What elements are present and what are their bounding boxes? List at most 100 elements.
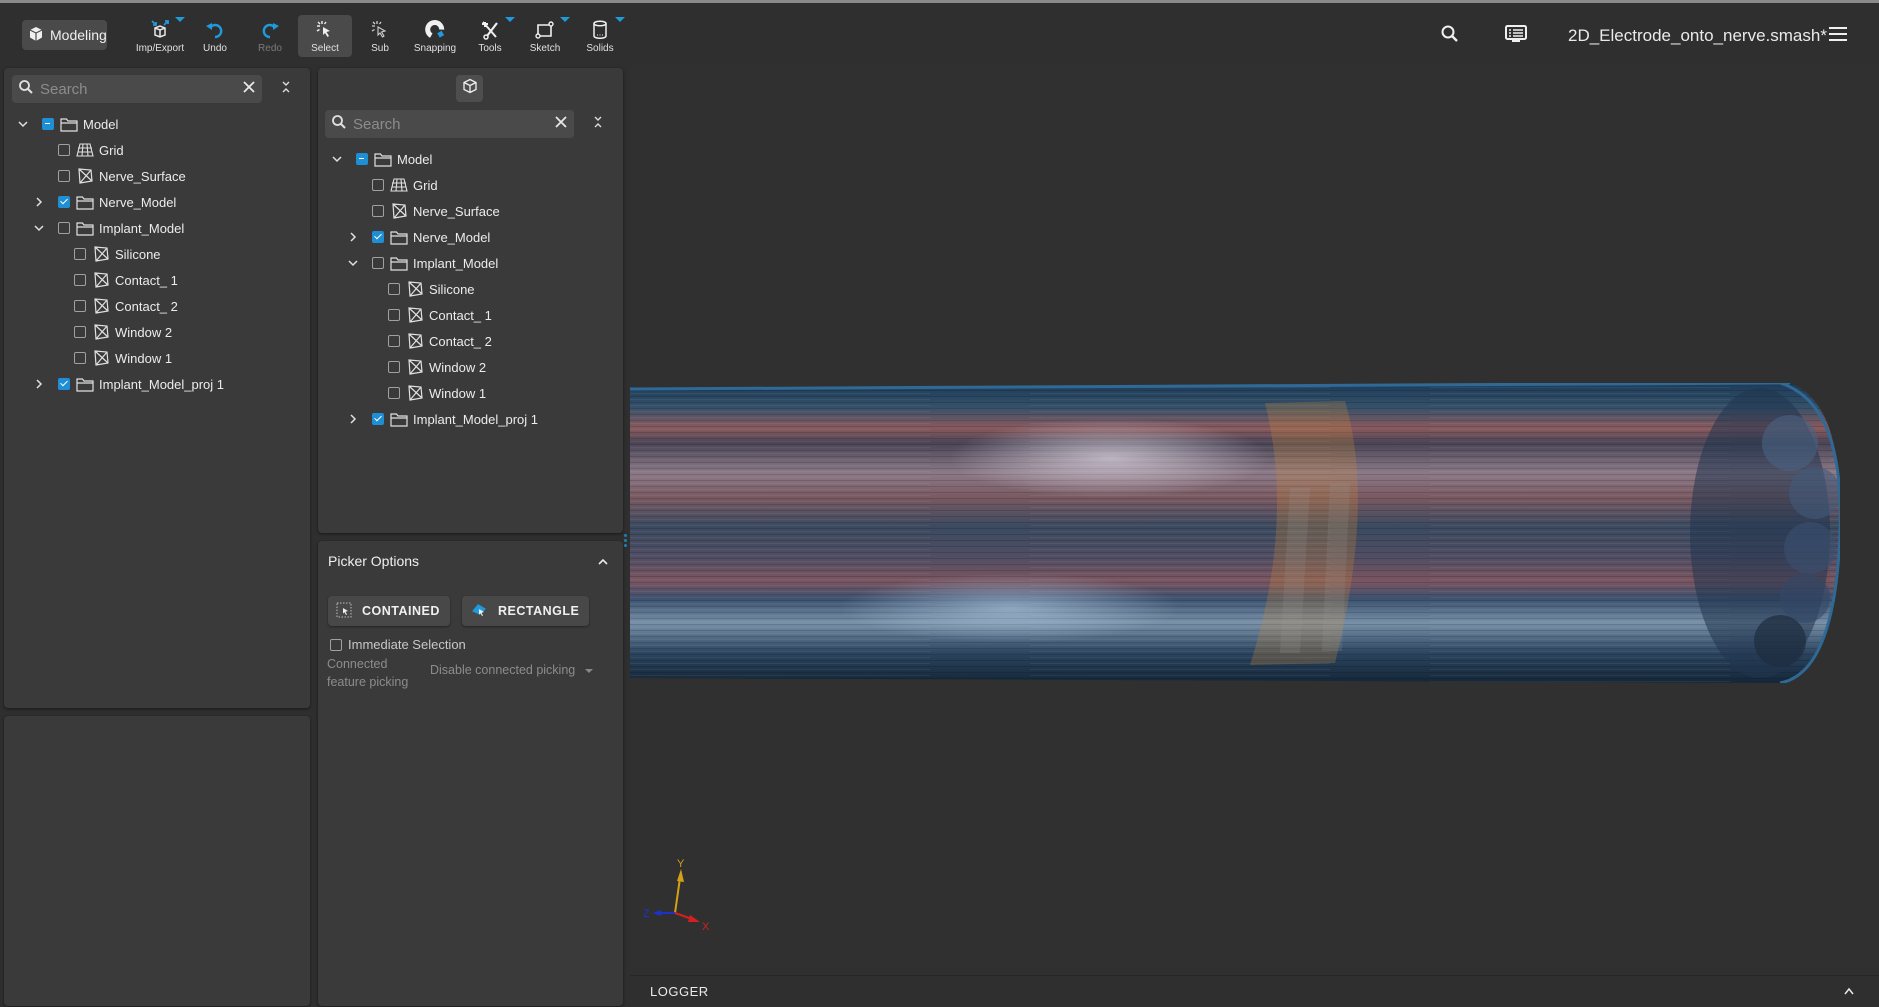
chevron-right-icon[interactable] <box>32 377 46 391</box>
select-button[interactable]: Select <box>298 15 352 57</box>
visibility-checkbox[interactable] <box>42 118 54 130</box>
tree-item-label[interactable]: Window 2 <box>115 325 172 340</box>
visibility-checkbox[interactable] <box>74 274 86 286</box>
visibility-checkbox[interactable] <box>58 196 70 208</box>
main-menu-button[interactable] <box>1828 6 1848 66</box>
picker-tree-search[interactable] <box>325 110 574 138</box>
tree-item-label[interactable]: Nerve_Surface <box>413 204 500 219</box>
connected-picking-select[interactable]: Disable connected picking <box>430 663 594 677</box>
chevron-down-icon[interactable] <box>32 221 46 235</box>
tree-item[interactable]: Nerve_Surface <box>318 198 623 224</box>
tree-item[interactable]: Nerve_Model <box>4 189 310 215</box>
visibility-checkbox[interactable] <box>58 144 70 156</box>
visibility-checkbox[interactable] <box>74 326 86 338</box>
visibility-checkbox[interactable] <box>388 309 400 321</box>
visibility-checkbox[interactable] <box>74 352 86 364</box>
tree-item[interactable]: Implant_Model_proj 1 <box>318 406 623 432</box>
visibility-checkbox[interactable] <box>388 283 400 295</box>
picker-entity-type-button[interactable] <box>456 75 483 102</box>
tree-item[interactable]: Implant_Model <box>4 215 310 241</box>
tree-item[interactable]: Window 2 <box>318 354 623 380</box>
visibility-checkbox[interactable] <box>388 387 400 399</box>
tree-item-label[interactable]: Implant_Model_proj 1 <box>413 412 538 427</box>
sub-select-button[interactable]: Sub <box>353 15 407 57</box>
visibility-checkbox[interactable] <box>58 170 70 182</box>
tree-item[interactable]: Silicone <box>318 276 623 302</box>
tree-item-label[interactable]: Window 1 <box>115 351 172 366</box>
tree-item-label[interactable]: Implant_Model_proj 1 <box>99 377 224 392</box>
chevron-down-icon[interactable] <box>346 256 360 270</box>
visibility-checkbox[interactable] <box>388 361 400 373</box>
immediate-selection-option[interactable]: Immediate Selection <box>330 637 466 652</box>
panel-resize-handle[interactable] <box>624 534 627 547</box>
visibility-checkbox[interactable] <box>372 257 384 269</box>
visibility-checkbox[interactable] <box>372 179 384 191</box>
chevron-down-icon[interactable] <box>330 152 344 166</box>
tree-item-label[interactable]: Silicone <box>115 247 161 262</box>
snapping-button[interactable]: Snapping <box>408 15 462 57</box>
tree-item[interactable]: Nerve_Model <box>318 224 623 250</box>
tree-item-label[interactable]: Grid <box>413 178 438 193</box>
tree-item[interactable]: Contact_ 2 <box>4 293 310 319</box>
tree-item-label[interactable]: Window 1 <box>429 386 486 401</box>
tree-item[interactable]: Window 1 <box>4 345 310 371</box>
tree-item[interactable]: Model <box>4 111 310 137</box>
chevron-right-icon[interactable] <box>346 230 360 244</box>
tree-item[interactable]: Window 2 <box>4 319 310 345</box>
clear-search-icon[interactable] <box>554 115 568 134</box>
collapse-all-button[interactable] <box>588 114 608 134</box>
tree-item[interactable]: Nerve_Surface <box>4 163 310 189</box>
tree-item-label[interactable]: Implant_Model <box>413 256 498 271</box>
tree-item[interactable]: Model <box>318 146 623 172</box>
tree-item[interactable]: Implant_Model_proj 1 <box>4 371 310 397</box>
3d-viewport[interactable]: Y Z X <box>630 63 1879 968</box>
visibility-checkbox[interactable] <box>58 222 70 234</box>
tree-item-label[interactable]: Contact_ 2 <box>429 334 492 349</box>
chevron-right-icon[interactable] <box>346 412 360 426</box>
console-toggle-button[interactable] <box>1504 6 1528 66</box>
tree-item[interactable]: Contact_ 1 <box>4 267 310 293</box>
chevron-up-icon[interactable] <box>1843 983 1855 1001</box>
visibility-checkbox[interactable] <box>372 231 384 243</box>
tree-item-label[interactable]: Window 2 <box>429 360 486 375</box>
immediate-selection-checkbox[interactable] <box>330 638 342 651</box>
tree-item-label[interactable]: Nerve_Model <box>99 195 176 210</box>
visibility-checkbox[interactable] <box>372 205 384 217</box>
tree-item-label[interactable]: Contact_ 1 <box>429 308 492 323</box>
tree-item-label[interactable]: Model <box>397 152 432 167</box>
model-tree-search[interactable] <box>12 75 262 103</box>
tree-item-label[interactable]: Implant_Model <box>99 221 184 236</box>
tree-item[interactable]: Contact_ 1 <box>318 302 623 328</box>
tree-item[interactable]: Contact_ 2 <box>318 328 623 354</box>
tree-item-label[interactable]: Nerve_Model <box>413 230 490 245</box>
tree-item[interactable]: Grid <box>318 172 623 198</box>
picker-tree-search-input[interactable] <box>347 115 554 133</box>
model-tree-search-input[interactable] <box>34 80 242 98</box>
global-search-button[interactable] <box>1440 6 1460 66</box>
tree-item[interactable]: Implant_Model <box>318 250 623 276</box>
tree-item-label[interactable]: Grid <box>99 143 124 158</box>
logger-bar[interactable]: LOGGER <box>630 975 1879 1007</box>
solids-button[interactable]: Solids <box>573 15 627 57</box>
tree-item-label[interactable]: Model <box>83 117 118 132</box>
contained-mode-button[interactable]: CONTAINED <box>328 596 450 626</box>
tree-item-label[interactable]: Contact_ 2 <box>115 299 178 314</box>
clear-search-icon[interactable] <box>242 80 256 99</box>
collapse-all-button[interactable] <box>276 79 296 99</box>
sketch-button[interactable]: Sketch <box>518 15 572 57</box>
chevron-down-icon[interactable] <box>16 117 30 131</box>
tree-item[interactable]: Silicone <box>4 241 310 267</box>
visibility-checkbox[interactable] <box>388 335 400 347</box>
tree-item-label[interactable]: Contact_ 1 <box>115 273 178 288</box>
tree-item[interactable]: Grid <box>4 137 310 163</box>
chevron-right-icon[interactable] <box>32 195 46 209</box>
tree-item-label[interactable]: Nerve_Surface <box>99 169 186 184</box>
rectangle-mode-button[interactable]: RECTANGLE <box>462 596 590 626</box>
mode-selector-button[interactable]: Modeling <box>22 20 107 50</box>
visibility-checkbox[interactable] <box>356 153 368 165</box>
tree-item-label[interactable]: Silicone <box>429 282 475 297</box>
collapse-picker-options-button[interactable] <box>597 554 609 572</box>
visibility-checkbox[interactable] <box>58 378 70 390</box>
redo-button[interactable]: Redo <box>243 15 297 57</box>
tree-item[interactable]: Window 1 <box>318 380 623 406</box>
